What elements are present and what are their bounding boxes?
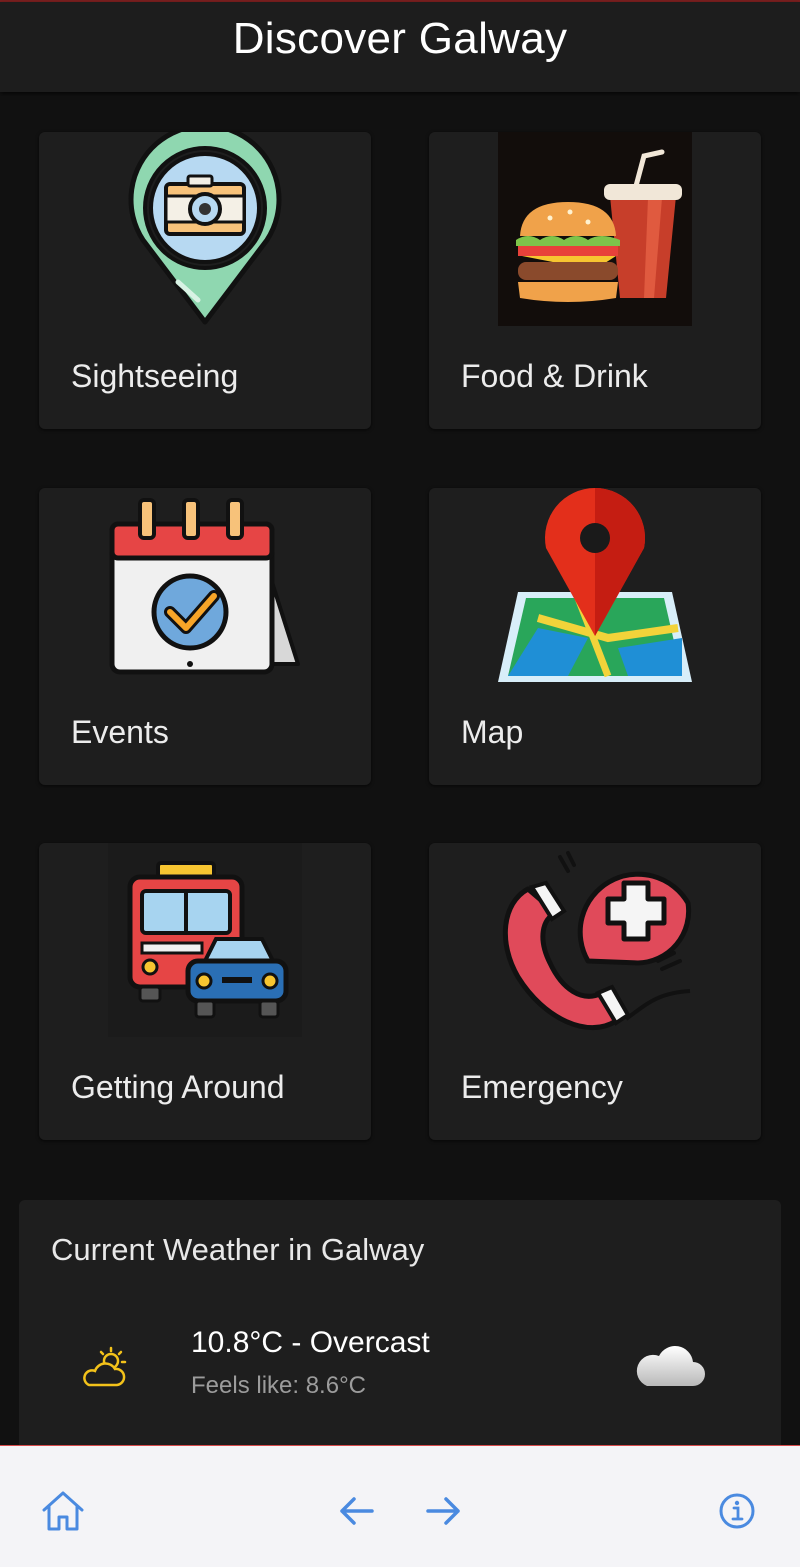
info-button[interactable] (714, 1488, 760, 1534)
page-title: Discover Galway (232, 14, 568, 63)
category-label: Map (461, 714, 524, 750)
bottom-nav (0, 1446, 800, 1567)
weather-temperature: 10.8°C - Overcast (191, 1326, 430, 1359)
category-card-sightseeing[interactable]: Sightseeing (39, 123, 371, 429)
folded-map-pin-icon (498, 488, 692, 682)
forward-arrow-icon (426, 1497, 460, 1525)
cloud-icon (633, 1340, 707, 1392)
category-label: Getting Around (71, 1069, 285, 1105)
category-card-emergency[interactable]: Emergency (429, 843, 761, 1140)
weather-title: Current Weather in Galway (51, 1232, 425, 1267)
weather-feels-like: Feels like: 8.6°C (191, 1372, 366, 1399)
category-card-getting-around[interactable]: Getting Around (39, 843, 371, 1140)
burger-drink-icon (498, 132, 692, 326)
forward-button[interactable] (420, 1488, 466, 1534)
back-button[interactable] (334, 1488, 380, 1534)
emergency-phone-icon (498, 843, 692, 1037)
info-icon (719, 1493, 755, 1529)
home-icon (42, 1491, 84, 1531)
category-card-food-drink[interactable]: Food & Drink (429, 132, 761, 429)
app-header: Discover Galway (0, 2, 800, 92)
weather-card: Current Weather in Galway 10.8°C - Overc… (19, 1200, 781, 1446)
back-arrow-icon (340, 1497, 374, 1525)
bus-car-icon (108, 843, 302, 1037)
partly-cloudy-icon (79, 1345, 131, 1391)
category-card-events[interactable]: Events (39, 488, 371, 785)
map-pin-camera-icon (108, 123, 302, 326)
home-button[interactable] (40, 1488, 86, 1534)
category-label: Sightseeing (71, 358, 239, 394)
category-label: Food & Drink (461, 358, 648, 394)
category-label: Emergency (461, 1069, 623, 1105)
category-label: Events (71, 714, 169, 750)
category-card-map[interactable]: Map (429, 488, 761, 785)
calendar-check-icon (108, 488, 302, 682)
